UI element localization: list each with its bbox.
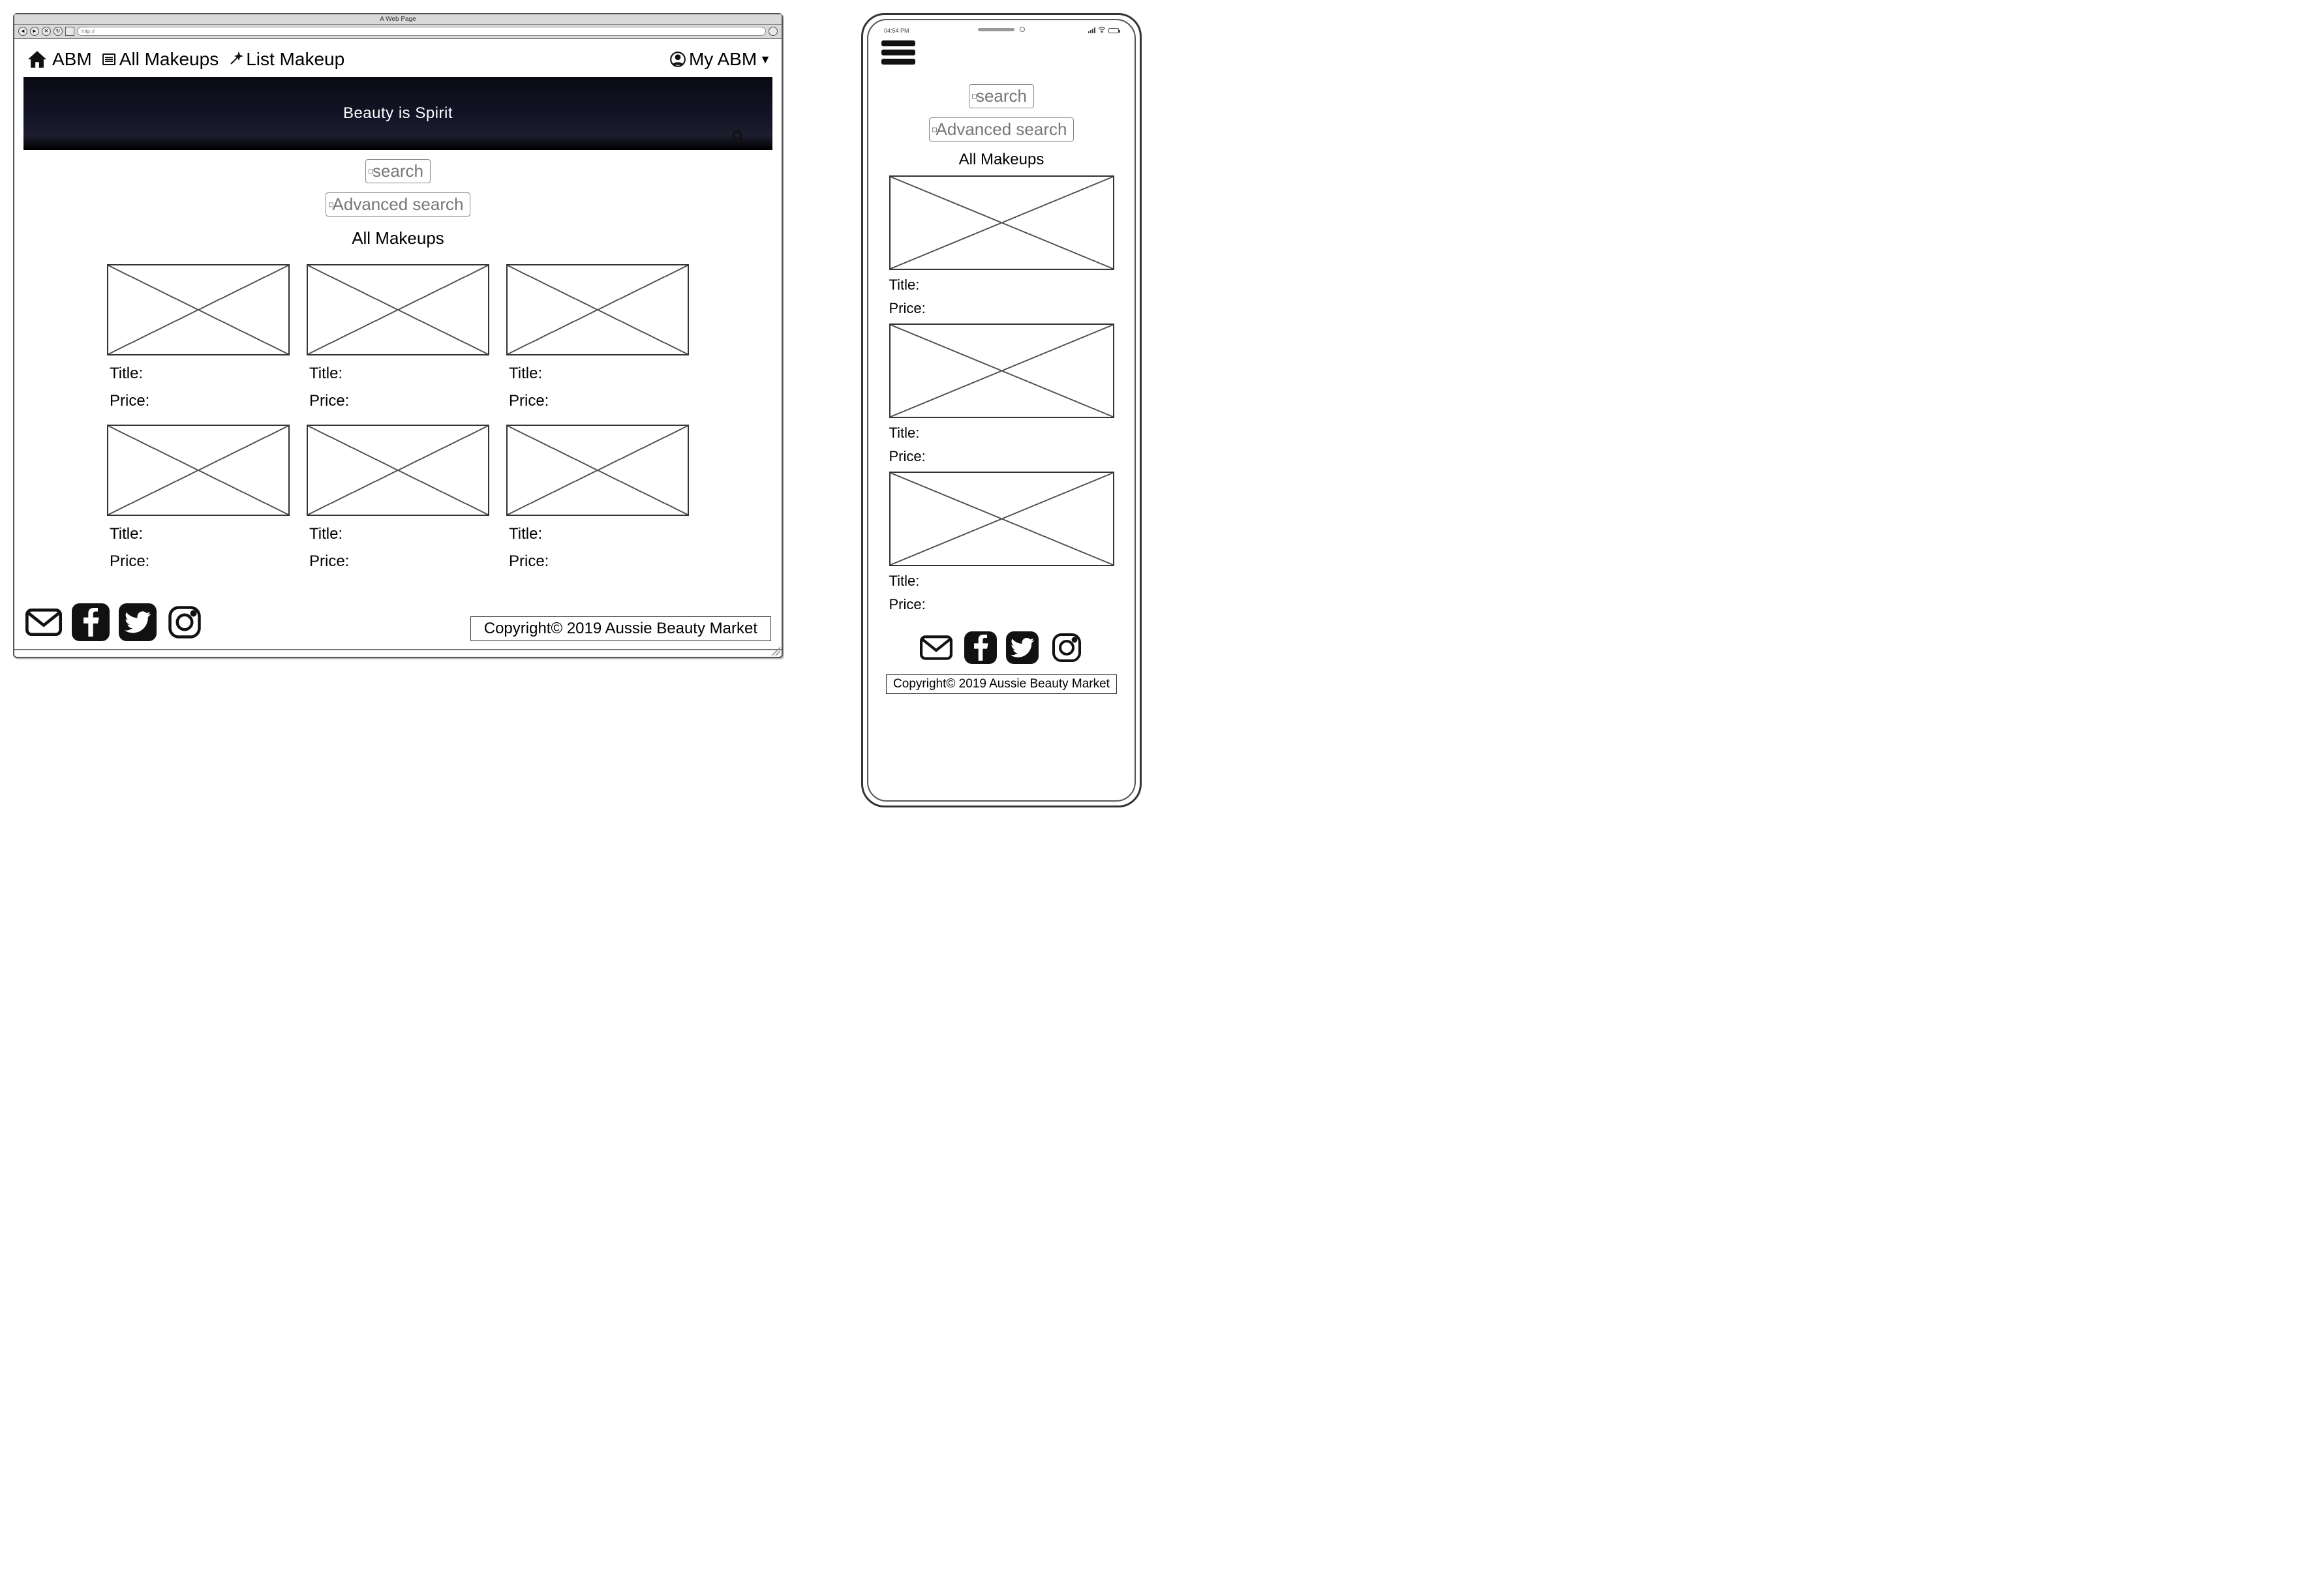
section-title: All Makeups: [23, 228, 772, 248]
product-card: Title: Price:: [107, 425, 290, 571]
product-price-label: Price:: [107, 392, 290, 410]
twitter-icon[interactable]: [1006, 631, 1039, 664]
browser-address-bar[interactable]: http://: [77, 27, 766, 36]
product-card: Title: Price:: [307, 425, 489, 571]
search-icon[interactable]: [731, 129, 746, 145]
product-price-label: Price:: [107, 552, 290, 571]
section-title-mobile: All Makeups: [880, 151, 1123, 169]
product-card: Title: Price:: [889, 324, 1114, 465]
product-price-label: Price:: [506, 392, 689, 410]
browser-forward-button[interactable]: ►: [30, 27, 39, 36]
desktop-browser-frame: A Web Page ◄ ► ✕ ↻ http:// ABM: [13, 13, 783, 658]
product-title-label: Title:: [107, 365, 290, 383]
image-placeholder[interactable]: [107, 425, 290, 516]
copyright-text-mobile: Copyright© 2019 Aussie Beauty Market: [886, 674, 1117, 694]
product-price-label: Price:: [307, 392, 489, 410]
copyright-text: Copyright© 2019 Aussie Beauty Market: [470, 616, 771, 641]
product-card: Title: Price:: [889, 175, 1114, 317]
social-icons-mobile: [880, 629, 1123, 667]
image-placeholder[interactable]: [889, 175, 1114, 270]
instagram-icon[interactable]: [166, 603, 204, 641]
footer: Copyright© 2019 Aussie Beauty Market: [23, 590, 772, 645]
product-list-mobile: Title: Price: Title: Price: Title: Price…: [880, 175, 1123, 613]
product-price-label: Price:: [506, 552, 689, 571]
product-title-label: Title:: [307, 525, 489, 543]
camera-icon: [1020, 27, 1025, 32]
nav-my-abm[interactable]: My ABM ▼: [669, 49, 771, 70]
product-title-label: Title:: [889, 573, 1114, 590]
product-card: Title: Price:: [506, 425, 689, 571]
nav-brand[interactable]: ABM: [25, 48, 92, 70]
mobile-phone-frame: 04:54 PM search Advanced search All Make…: [861, 13, 1142, 807]
browser-home-button[interactable]: [65, 27, 74, 36]
browser-toolbar: ◄ ► ✕ ↻ http://: [14, 25, 782, 39]
image-placeholder[interactable]: [506, 264, 689, 355]
search-button-mobile[interactable]: search: [969, 84, 1034, 108]
image-placeholder[interactable]: [307, 425, 489, 516]
browser-go-button[interactable]: [769, 27, 778, 36]
nav-list-makeup-label: List Makeup: [246, 49, 344, 70]
nav-all-makeups-label: All Makeups: [119, 49, 219, 70]
advanced-search-button-mobile[interactable]: Advanced search: [929, 117, 1074, 142]
resize-grip-icon[interactable]: [771, 646, 780, 655]
product-card: Title: Price:: [307, 264, 489, 410]
advanced-search-button[interactable]: Advanced search: [326, 192, 471, 217]
image-placeholder[interactable]: [889, 324, 1114, 418]
browser-back-button[interactable]: ◄: [18, 27, 27, 36]
social-icons: [25, 603, 204, 641]
speaker-icon: [978, 28, 1014, 31]
facebook-icon[interactable]: [964, 631, 997, 664]
hamburger-menu-button[interactable]: [881, 40, 915, 65]
product-title-label: Title:: [889, 277, 1114, 294]
footer-mobile: Copyright© 2019 Aussie Beauty Market: [880, 629, 1123, 694]
product-price-label: Price:: [889, 596, 1114, 613]
chevron-down-icon: ▼: [759, 53, 771, 67]
battery-icon: [1108, 28, 1119, 33]
product-card: Title: Price:: [506, 264, 689, 410]
hero-banner: Beauty is Spirit: [23, 77, 772, 150]
image-placeholder[interactable]: [889, 472, 1114, 566]
wifi-icon: [1098, 27, 1106, 34]
nav-brand-label: ABM: [52, 49, 92, 70]
facebook-icon[interactable]: [72, 603, 110, 641]
nav-my-abm-label: My ABM: [689, 49, 757, 70]
product-title-label: Title:: [107, 525, 290, 543]
product-title-label: Title:: [506, 525, 689, 543]
product-grid: Title: Price: Title: Price: Title: Price…: [23, 258, 772, 590]
list-icon: [101, 52, 117, 67]
main-nav: ABM All Makeups List Makeup: [23, 44, 772, 77]
product-title-label: Title:: [307, 365, 489, 383]
image-placeholder[interactable]: [307, 264, 489, 355]
nav-all-makeups[interactable]: All Makeups: [101, 49, 219, 70]
product-price-label: Price:: [889, 448, 1114, 465]
twitter-icon[interactable]: [119, 603, 157, 641]
image-placeholder[interactable]: [107, 264, 290, 355]
hero-tagline: Beauty is Spirit: [343, 104, 453, 122]
email-icon[interactable]: [25, 603, 63, 641]
search-button[interactable]: search: [365, 159, 431, 183]
product-price-label: Price:: [889, 300, 1114, 317]
browser-stop-button[interactable]: ✕: [42, 27, 51, 36]
browser-reload-button[interactable]: ↻: [53, 27, 63, 36]
home-icon: [25, 48, 50, 70]
product-card: Title: Price:: [889, 472, 1114, 613]
image-placeholder[interactable]: [506, 425, 689, 516]
phone-notch: [966, 25, 1037, 34]
product-card: Title: Price:: [107, 264, 290, 410]
signal-icon: [1088, 27, 1095, 33]
product-title-label: Title:: [506, 365, 689, 383]
browser-title: A Web Page: [14, 14, 782, 25]
phone-time: 04:54 PM: [884, 27, 909, 34]
nav-list-makeup[interactable]: List Makeup: [228, 49, 344, 70]
user-circle-icon: [669, 51, 686, 68]
email-icon[interactable]: [917, 629, 955, 667]
magic-wand-icon: [228, 52, 243, 67]
instagram-icon[interactable]: [1048, 629, 1086, 667]
product-price-label: Price:: [307, 552, 489, 571]
product-title-label: Title:: [889, 425, 1114, 442]
